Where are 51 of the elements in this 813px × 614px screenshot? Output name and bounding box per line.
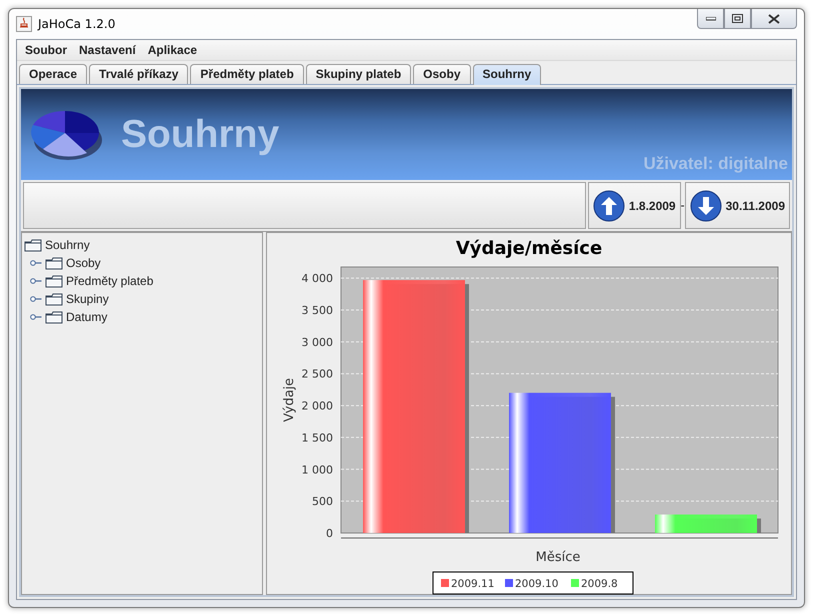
y-tick-label: 2 000 [302, 400, 333, 413]
tree-item[interactable]: Datumy [24, 308, 262, 326]
tab[interactable]: Předměty plateb [190, 64, 304, 84]
tab[interactable]: Skupiny plateb [306, 64, 412, 84]
user-label: Uživatel: digitalne [643, 154, 788, 174]
y-tick-label: 1 500 [302, 431, 333, 444]
tab[interactable]: Osoby [413, 64, 470, 84]
y-tick-label: 4 000 [302, 272, 333, 286]
end-date-button[interactable]: 30.11.2009 [684, 182, 790, 229]
y-tick-label: 0 [326, 527, 333, 540]
y-tick-label: 2 500 [302, 368, 333, 381]
tree-item[interactable]: Skupiny [24, 290, 262, 308]
expand-handle-icon[interactable] [30, 313, 42, 321]
tree-item[interactable]: Souhrny [24, 236, 262, 254]
folder-icon [45, 274, 63, 288]
coffee-cup-icon [16, 16, 32, 32]
folder-icon [45, 256, 63, 270]
restore-icon [732, 14, 743, 23]
y-tick-label: 3 500 [302, 304, 333, 317]
folder-icon [45, 310, 63, 324]
tab[interactable]: Souhrny [472, 64, 542, 85]
menu-item[interactable]: Aplikace [142, 43, 204, 57]
menu-item[interactable]: Nastavení [73, 43, 142, 57]
tab[interactable]: Operace [19, 64, 88, 84]
expand-handle-icon[interactable] [30, 277, 42, 285]
folder-icon [24, 238, 42, 252]
folder-icon [45, 292, 63, 306]
window-title: JaHoCa 1.2.0 [38, 17, 116, 31]
menu-item[interactable]: Soubor [19, 43, 73, 57]
y-tick-label: 1 000 [302, 463, 333, 476]
banner-title: Souhrny [121, 112, 280, 156]
maximize-button[interactable] [724, 9, 751, 29]
tree-item[interactable]: Osoby [24, 254, 262, 272]
x-axis-title: Měsíce [536, 550, 580, 565]
expand-handle-icon[interactable] [30, 295, 42, 303]
legend-label: 2009.11 [451, 578, 494, 590]
legend-label: 2009.10 [515, 578, 558, 590]
minimize-button[interactable] [697, 9, 724, 29]
y-axis-title: Výdaje [282, 378, 297, 422]
legend-label: 2009.8 [581, 578, 618, 590]
expand-handle-icon[interactable] [30, 259, 42, 267]
chart-title: Výdaje/měsíce [456, 238, 602, 259]
date-separator: - [680, 199, 685, 212]
close-button[interactable] [751, 9, 797, 29]
y-tick-label: 3 000 [302, 336, 333, 349]
tree-item[interactable]: Předměty plateb [24, 272, 262, 290]
y-tick-label: 500 [312, 495, 333, 508]
start-date-button[interactable]: 1.8.2009 [588, 182, 681, 229]
close-icon [768, 14, 780, 24]
minimize-icon [706, 16, 716, 20]
tab[interactable]: Trvalé příkazy [89, 64, 188, 84]
